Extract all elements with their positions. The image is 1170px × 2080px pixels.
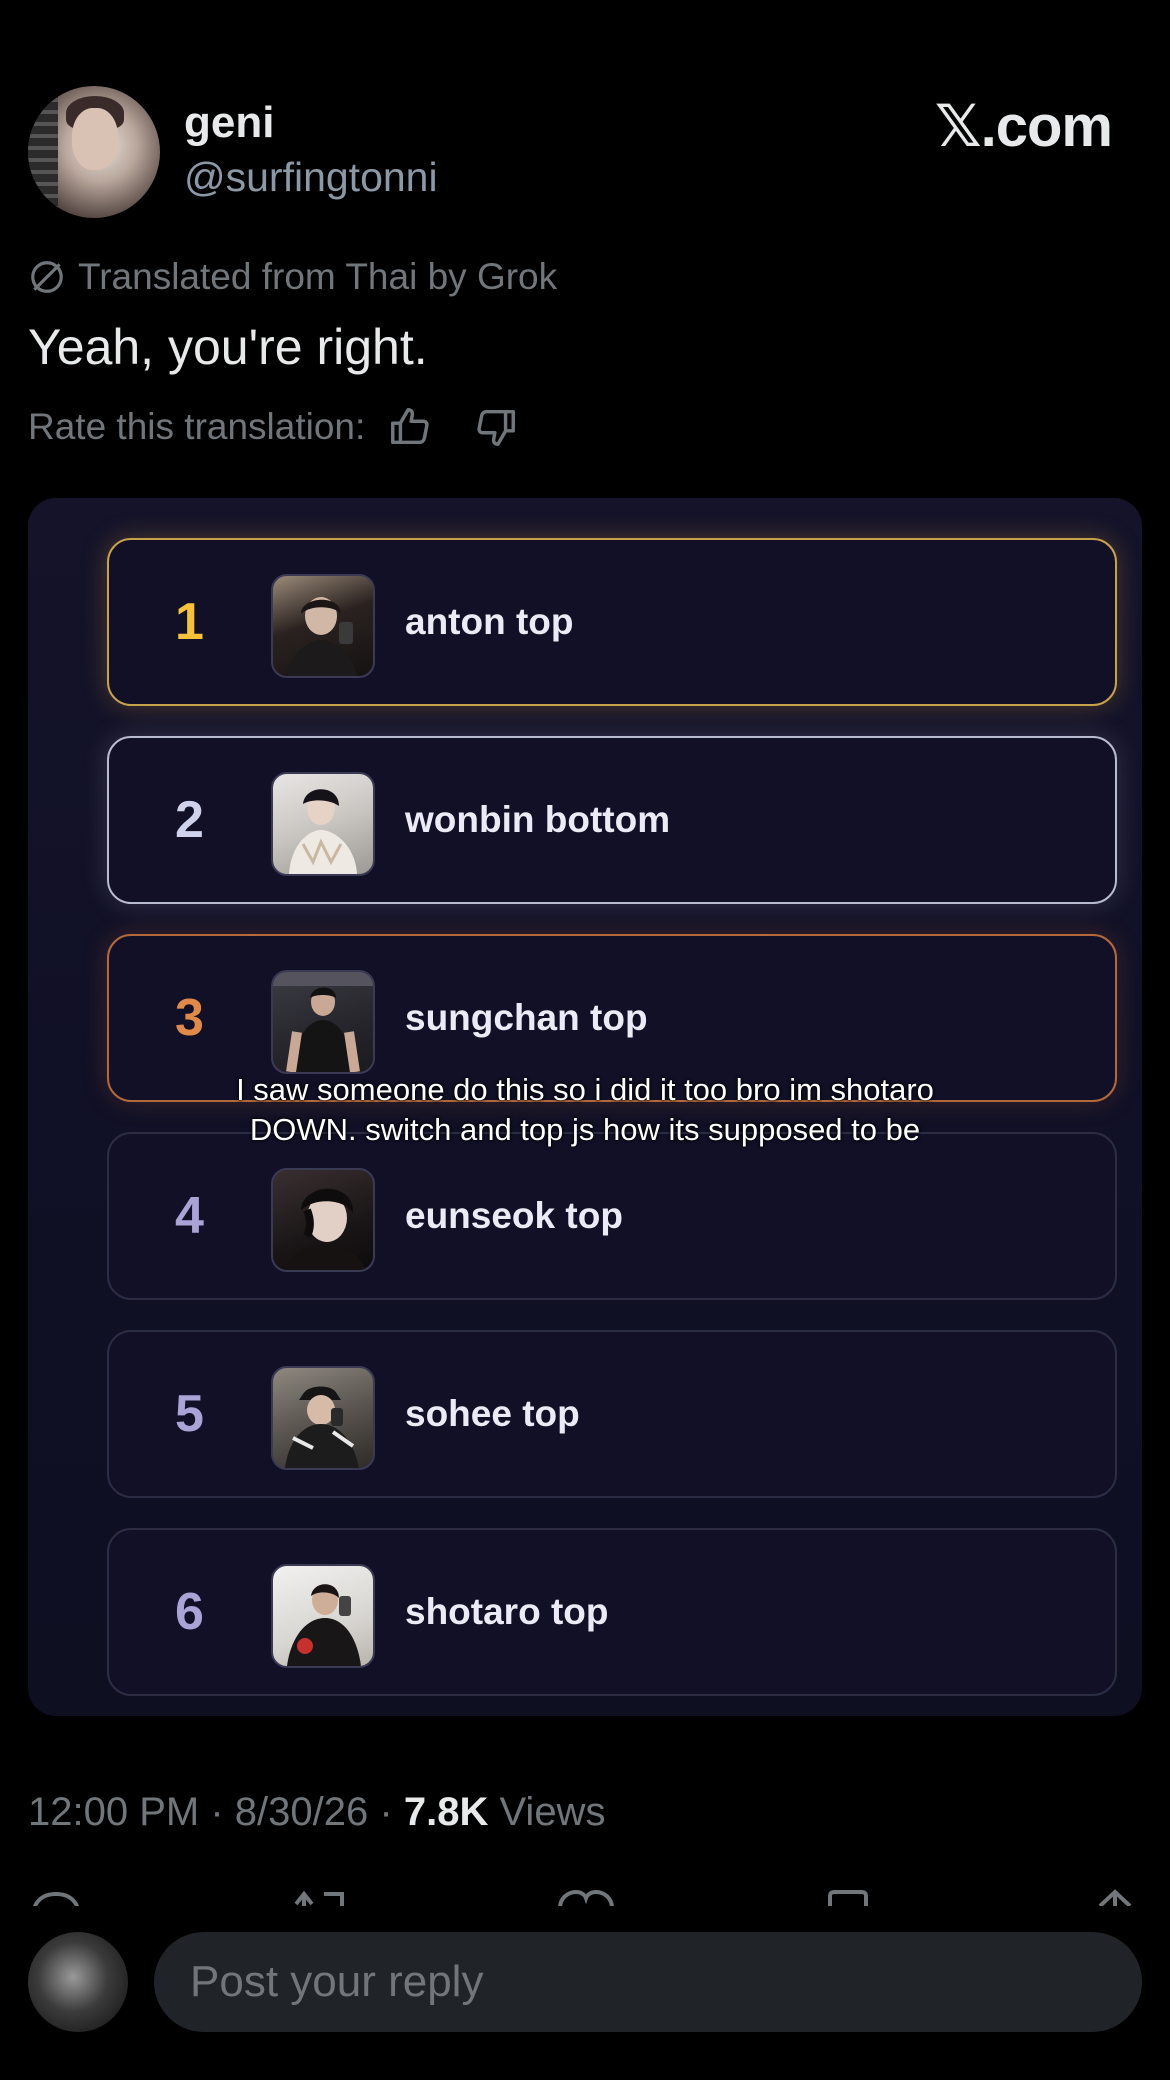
post-time: 12:00 PM [28,1790,200,1834]
post-date: 8/30/26 [234,1790,369,1834]
rank-photo [271,1168,375,1272]
rank-label: anton top [405,601,574,642]
reply-icon[interactable] [28,1888,84,1906]
rank-row-6: 6 shotaro top [107,1528,1117,1696]
views-label: Views [499,1790,606,1834]
translation-note: Translated from Thai by Grok [28,256,557,298]
meta-separator: · [210,1790,224,1834]
post-text: Yeah, you're right. [28,319,428,375]
reply-placeholder: Post your reply [190,1957,484,2006]
action-bar [0,1888,1170,1906]
brand-watermark: 𝕏.com [934,94,1113,159]
rank-number: 5 [175,1385,204,1443]
rank-row-2: 2 wonbin bottom [107,736,1117,904]
author-display-name[interactable]: geni [184,98,274,148]
rank-label: sohee top [405,1393,580,1434]
rate-translation-label: Rate this translation: [28,406,366,447]
rate-translation: Rate this translation: [28,404,519,450]
image-caption: I saw someone do this so i did it too br… [200,1070,970,1150]
rank-number: 6 [175,1583,204,1641]
like-icon[interactable] [556,1888,616,1906]
post-meta: 12:00 PM · 8/30/26 · 7.8K Views [28,1790,605,1835]
views-count: 7.8K [403,1790,489,1834]
thumbs-up-icon[interactable] [387,404,433,450]
author-handle[interactable]: @surfingtonni [184,154,438,201]
caption-line-2: DOWN. switch and top js how its supposed… [249,1112,921,1147]
rank-label: wonbin bottom [405,799,671,840]
rank-photo [271,574,375,678]
rank-number: 3 [175,989,204,1047]
share-icon[interactable] [1090,1888,1140,1906]
author-avatar[interactable] [28,86,160,218]
rank-photo [271,1366,375,1470]
rank-label: shotaro top [405,1591,609,1632]
translation-note-text: Translated from Thai by Grok [78,256,558,297]
thumbs-down-icon[interactable] [473,404,519,450]
rank-label: sungchan top [405,997,648,1038]
reply-input[interactable]: Post your reply [154,1932,1142,2032]
rank-row-1: 1 anton top [107,538,1117,706]
rank-photo [271,970,375,1074]
rank-photo [271,772,375,876]
rank-photo [271,1564,375,1668]
current-user-avatar[interactable] [28,1932,128,2032]
repost-icon[interactable] [290,1888,350,1906]
rank-label: eunseok top [405,1195,623,1236]
grok-slash-icon [31,261,63,293]
rank-row-5: 5 sohee top [107,1330,1117,1498]
caption-line-1: I saw someone do this so i did it too br… [236,1072,934,1107]
meta-separator: · [379,1790,393,1834]
rank-row-4: 4 eunseok top [107,1132,1117,1300]
rank-number: 4 [175,1187,204,1245]
rank-number: 2 [175,791,204,849]
rank-number: 1 [175,593,204,651]
bookmark-icon[interactable] [824,1888,874,1906]
